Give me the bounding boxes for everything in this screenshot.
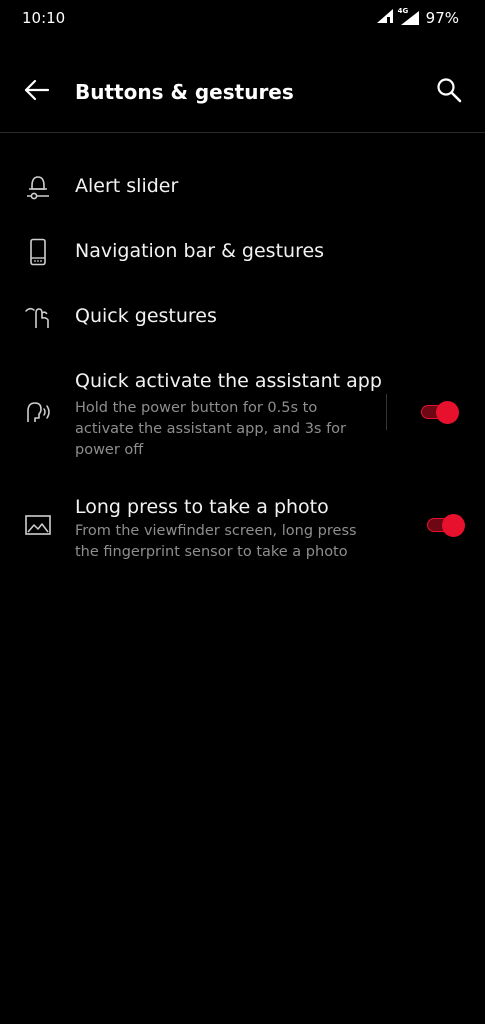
header-divider: [0, 132, 485, 133]
app-bar: Buttons & gestures: [0, 60, 485, 124]
battery-percent: 97%: [425, 9, 459, 27]
quick-activate-assistant-toggle[interactable]: [421, 401, 461, 424]
setting-navigation-bar[interactable]: Navigation bar & gestures: [0, 227, 485, 279]
toggle-thumb: [436, 401, 459, 424]
long-press-photo-title: Long press to take a photo: [75, 496, 329, 518]
status-icons: 4G 97%: [376, 7, 459, 28]
page-title: Buttons & gestures: [75, 80, 294, 104]
image-icon: [24, 511, 52, 539]
toggle-thumb: [442, 514, 465, 537]
status-time: 10:10: [22, 9, 66, 27]
voice-assistant-icon: [24, 398, 52, 426]
setting-alert-slider[interactable]: Alert slider: [0, 162, 485, 214]
phone-icon: [24, 238, 52, 266]
row-separator: [386, 394, 387, 430]
quick-activate-assistant-title: Quick activate the assistant app: [75, 370, 382, 392]
setting-quick-gestures[interactable]: Quick gestures: [0, 292, 485, 344]
setting-long-press-photo[interactable]: Long press to take a photo From the view…: [0, 494, 485, 564]
signal-icon: [376, 8, 394, 28]
search-icon: [435, 76, 463, 108]
status-bar: 10:10 4G 97%: [0, 0, 485, 36]
alert-slider-icon: [24, 173, 52, 201]
gesture-icon: [24, 303, 52, 331]
long-press-photo-subtitle: From the viewfinder screen, long press t…: [75, 523, 357, 560]
alert-slider-title: Alert slider: [75, 175, 179, 197]
search-button[interactable]: [431, 74, 467, 110]
quick-activate-assistant-subtitle: Hold the power button for 0.5s to activa…: [75, 400, 347, 458]
wifi-icon: 4G: [397, 7, 420, 26]
long-press-photo-toggle[interactable]: [427, 514, 467, 537]
navigation-bar-title: Navigation bar & gestures: [75, 240, 325, 262]
network-type-label: 4G: [397, 7, 409, 15]
setting-quick-activate-assistant[interactable]: Quick activate the assistant app Hold th…: [0, 368, 485, 458]
back-button[interactable]: [18, 74, 54, 110]
arrow-left-icon: [22, 78, 50, 106]
quick-gestures-title: Quick gestures: [75, 305, 217, 327]
